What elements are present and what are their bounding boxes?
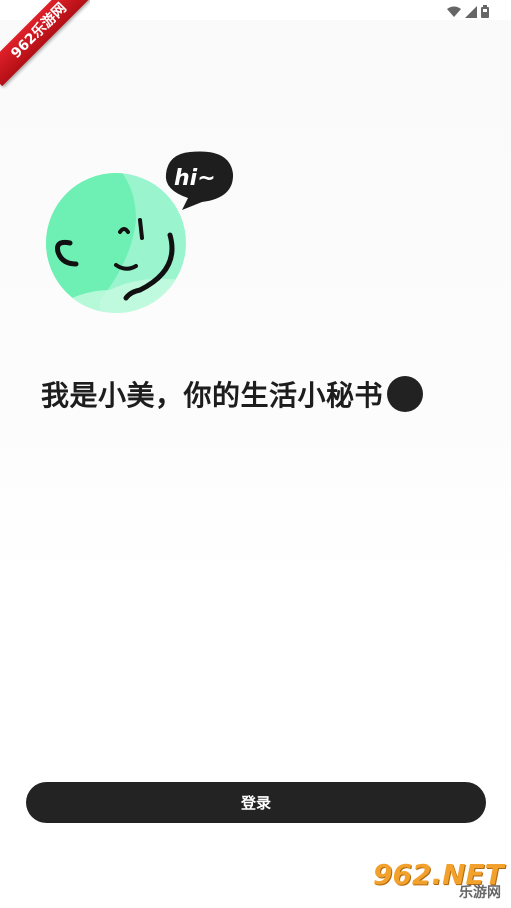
typing-dot xyxy=(387,376,424,412)
slogan: 我是小美，你的生活小秘书 xyxy=(41,374,424,414)
wifi-icon xyxy=(447,3,461,22)
ribbon-label: 962乐游网 xyxy=(0,0,90,87)
battery-icon xyxy=(481,3,489,22)
speech-bubble-icon: hi~ xyxy=(165,151,234,210)
signal-icon xyxy=(465,3,477,22)
watermark-sub: 乐游网 xyxy=(459,885,501,901)
mascot-avatar: hi~ xyxy=(40,140,240,320)
watermark-logo: 962.NET 乐游网 xyxy=(373,858,505,902)
login-button[interactable]: 登录 xyxy=(26,782,486,823)
corner-ribbon: 962乐游网 xyxy=(0,0,90,90)
slogan-text: 我是小美，你的生活小秘书 xyxy=(41,379,384,412)
bubble-text: hi~ xyxy=(174,166,216,191)
